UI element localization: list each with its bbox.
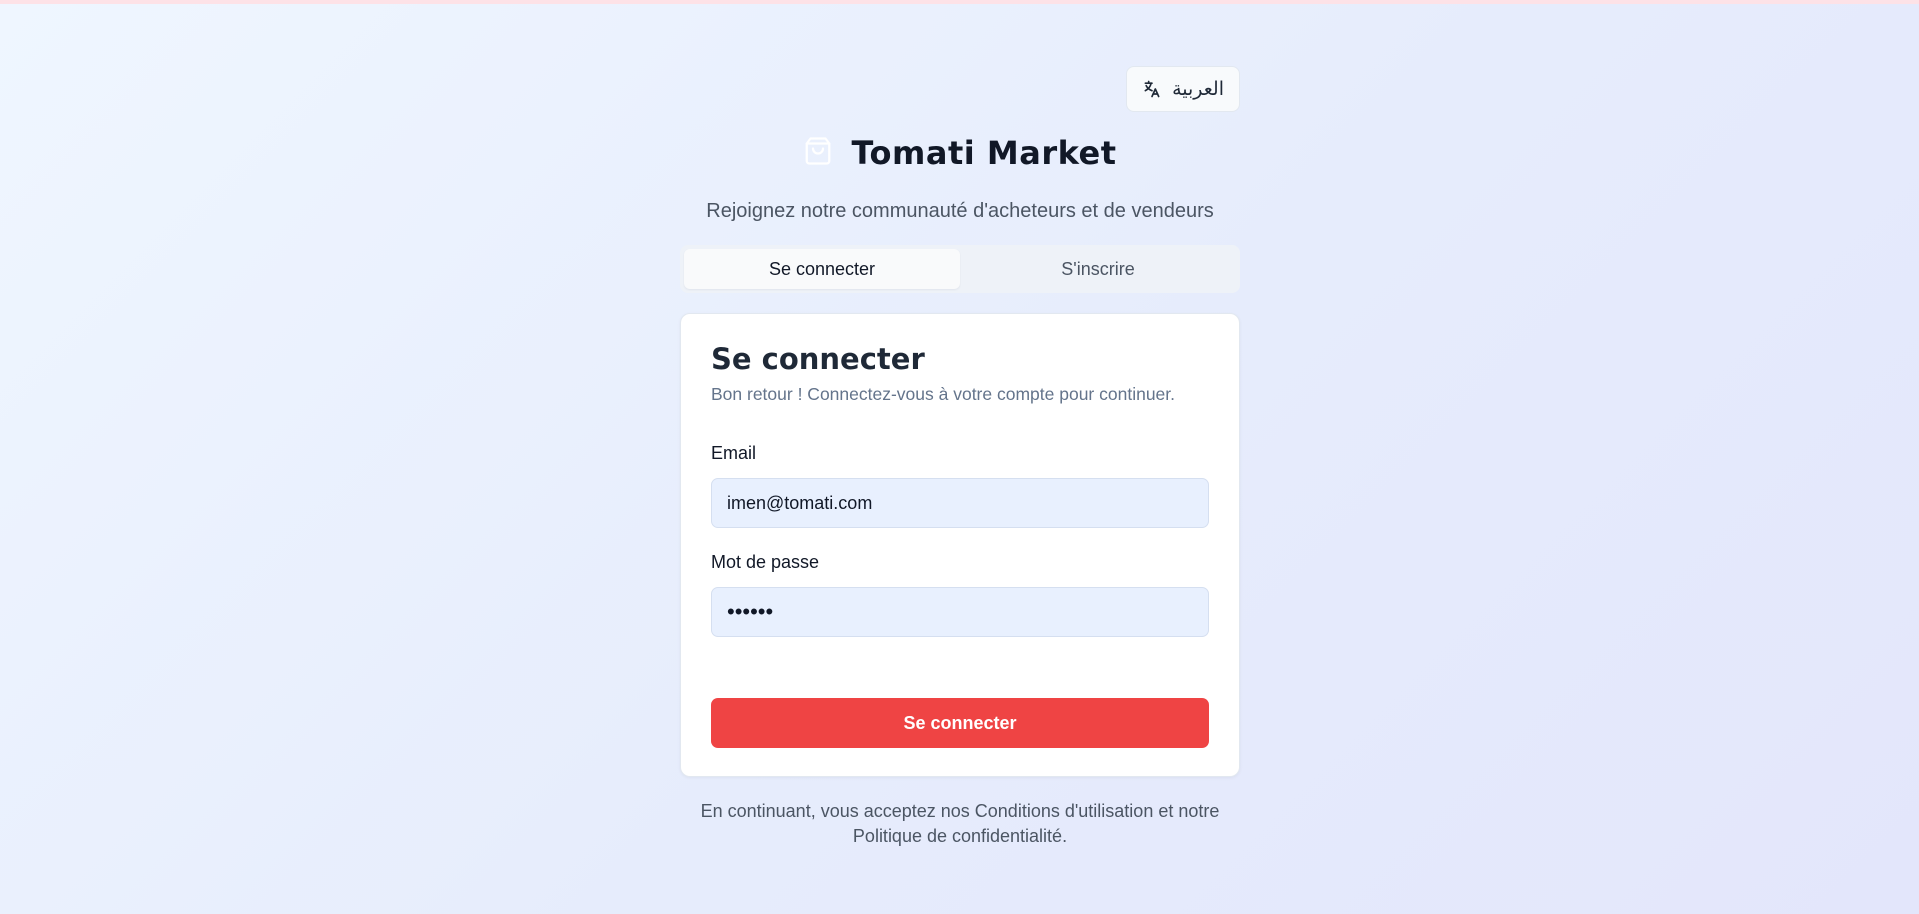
page-subtitle: Rejoignez notre communauté d'acheteurs e… (706, 200, 1214, 222)
terms-notice: En continuant, vous acceptez nos Conditi… (680, 799, 1240, 849)
login-submit-button[interactable]: Se connecter (711, 698, 1209, 748)
login-card: Se connecter Bon retour ! Connectez-vous… (680, 313, 1240, 777)
language-row: العربية (680, 66, 1240, 112)
email-label: Email (711, 443, 757, 463)
terms-line-1: En continuant, vous acceptez nos Conditi… (700, 801, 1220, 821)
tab-login[interactable]: Se connecter (684, 249, 960, 289)
password-field[interactable] (711, 587, 1209, 637)
terms-line-2: Politique de confidentialité. (852, 826, 1068, 846)
brand-header: Tomati Market (680, 134, 1240, 172)
password-label: Mot de passe (711, 552, 820, 572)
email-field[interactable] (711, 478, 1209, 528)
tab-register[interactable]: S'inscrire (960, 249, 1236, 289)
translate-icon (1142, 79, 1162, 99)
language-switch-label: العربية (1172, 78, 1224, 100)
shopping-bag-icon (803, 136, 833, 171)
auth-container: العربية Tomati Market Rejoignez notre co… (680, 66, 1240, 849)
card-description: Bon retour ! Connectez-vous à votre comp… (711, 384, 1176, 404)
language-switch-button[interactable]: العربية (1126, 66, 1240, 112)
card-title: Se connecter (711, 342, 925, 376)
brand-name: Tomati Market (851, 134, 1117, 172)
auth-tabs: Se connecter S'inscrire (680, 245, 1240, 293)
